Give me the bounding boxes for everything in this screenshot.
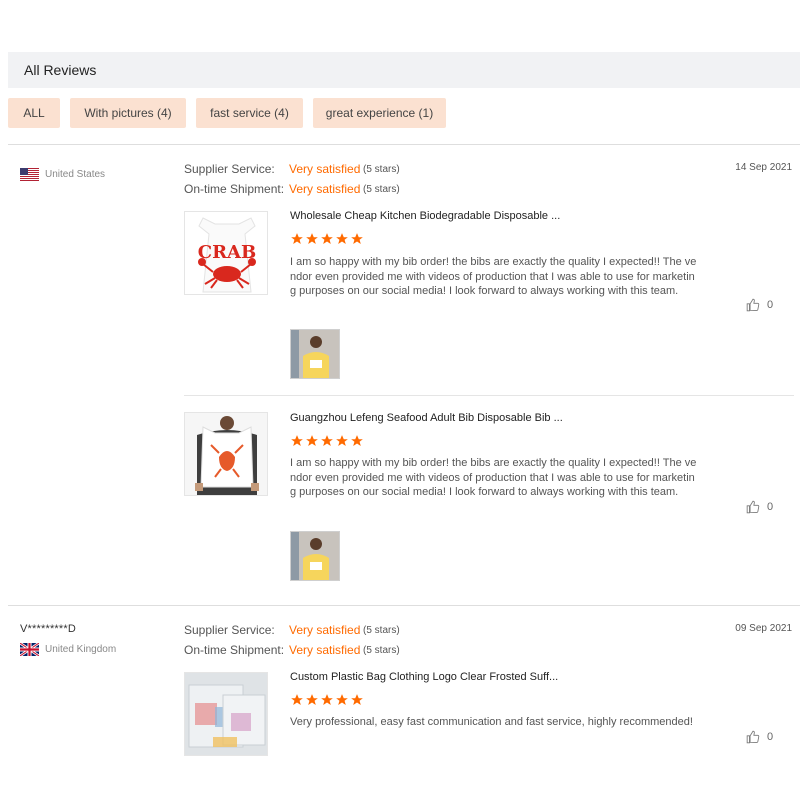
thumbs-up-icon [746, 500, 760, 514]
item-divider [184, 395, 794, 396]
product-thumbnail[interactable] [184, 412, 268, 496]
star-icon [321, 435, 333, 446]
ontime-shipment-stars: (5 stars) [363, 645, 400, 656]
star-icon [306, 694, 318, 705]
rating-stars [290, 434, 365, 448]
country-name: United States [45, 169, 106, 181]
review-text: I am so happy with my bib order! the bib… [290, 457, 697, 498]
review-date: 09 Sep 2021 [735, 623, 792, 634]
supplier-service-stars: (5 stars) [363, 625, 400, 636]
country-name: United Kingdom [45, 644, 117, 656]
review-text: Very professional, easy fast communicati… [290, 716, 693, 728]
review-text: I am so happy with my bib order! the bib… [290, 256, 697, 297]
product-title[interactable]: Custom Plastic Bag Clothing Logo Clear F… [290, 671, 558, 683]
product-title[interactable]: Wholesale Cheap Kitchen Biodegradable Di… [290, 210, 560, 222]
star-icon [351, 694, 363, 705]
page-title: All Reviews [24, 62, 97, 78]
divider [8, 605, 800, 606]
review-photo[interactable] [290, 531, 340, 581]
thumbs-up-icon [746, 298, 760, 312]
supplier-service-stars: (5 stars) [363, 164, 400, 175]
ontime-shipment-label: On-time Shipment: [184, 182, 285, 196]
like-button[interactable]: 0 [746, 298, 773, 312]
star-icon [321, 694, 333, 705]
like-button[interactable]: 0 [746, 500, 773, 514]
divider [8, 144, 800, 145]
rating-stars [290, 232, 365, 246]
reviewer-country: United States [20, 168, 105, 181]
star-icon [306, 435, 318, 446]
like-button[interactable]: 0 [746, 730, 773, 744]
star-icon [336, 694, 348, 705]
thumbs-up-icon [746, 730, 760, 744]
review-date: 14 Sep 2021 [735, 162, 792, 173]
reviewer-country: United Kingdom [19, 641, 117, 658]
star-icon [291, 694, 303, 705]
crab-logo-text: CRAB [198, 242, 256, 263]
star-icon [306, 233, 318, 244]
product-thumbnail[interactable] [184, 672, 268, 756]
product-thumbnail[interactable]: CRAB [184, 211, 268, 295]
filter-fast-service-button[interactable]: fast service (4) [196, 98, 303, 128]
filter-with-pictures-button[interactable]: With pictures (4) [70, 98, 186, 128]
ontime-shipment-stars: (5 stars) [363, 184, 400, 195]
reviews-header: All Reviews [8, 52, 800, 88]
like-count: 0 [767, 731, 774, 743]
filter-all-button[interactable]: ALL [8, 98, 60, 128]
ontime-shipment-value: Very satisfied [289, 182, 361, 196]
star-icon [336, 435, 348, 446]
review-photo[interactable] [290, 329, 340, 379]
like-count: 0 [767, 299, 774, 311]
reviewer-name: V*********D [20, 623, 77, 635]
uk-flag-icon [19, 641, 40, 658]
rating-stars [290, 693, 365, 707]
star-icon [291, 435, 303, 446]
us-flag-icon [20, 168, 39, 181]
star-icon [351, 435, 363, 446]
ontime-shipment-value: Very satisfied [289, 643, 361, 657]
star-icon [321, 233, 333, 244]
product-title[interactable]: Guangzhou Lefeng Seafood Adult Bib Dispo… [290, 412, 563, 424]
supplier-service-value: Very satisfied [289, 162, 361, 176]
star-icon [351, 233, 363, 244]
supplier-service-value: Very satisfied [289, 623, 361, 637]
supplier-service-label: Supplier Service: [184, 623, 275, 637]
ontime-shipment-label: On-time Shipment: [184, 643, 285, 657]
star-icon [291, 233, 303, 244]
supplier-service-label: Supplier Service: [184, 162, 275, 176]
filter-great-experience-button[interactable]: great experience (1) [313, 98, 446, 128]
like-count: 0 [767, 501, 774, 513]
star-icon [336, 233, 348, 244]
